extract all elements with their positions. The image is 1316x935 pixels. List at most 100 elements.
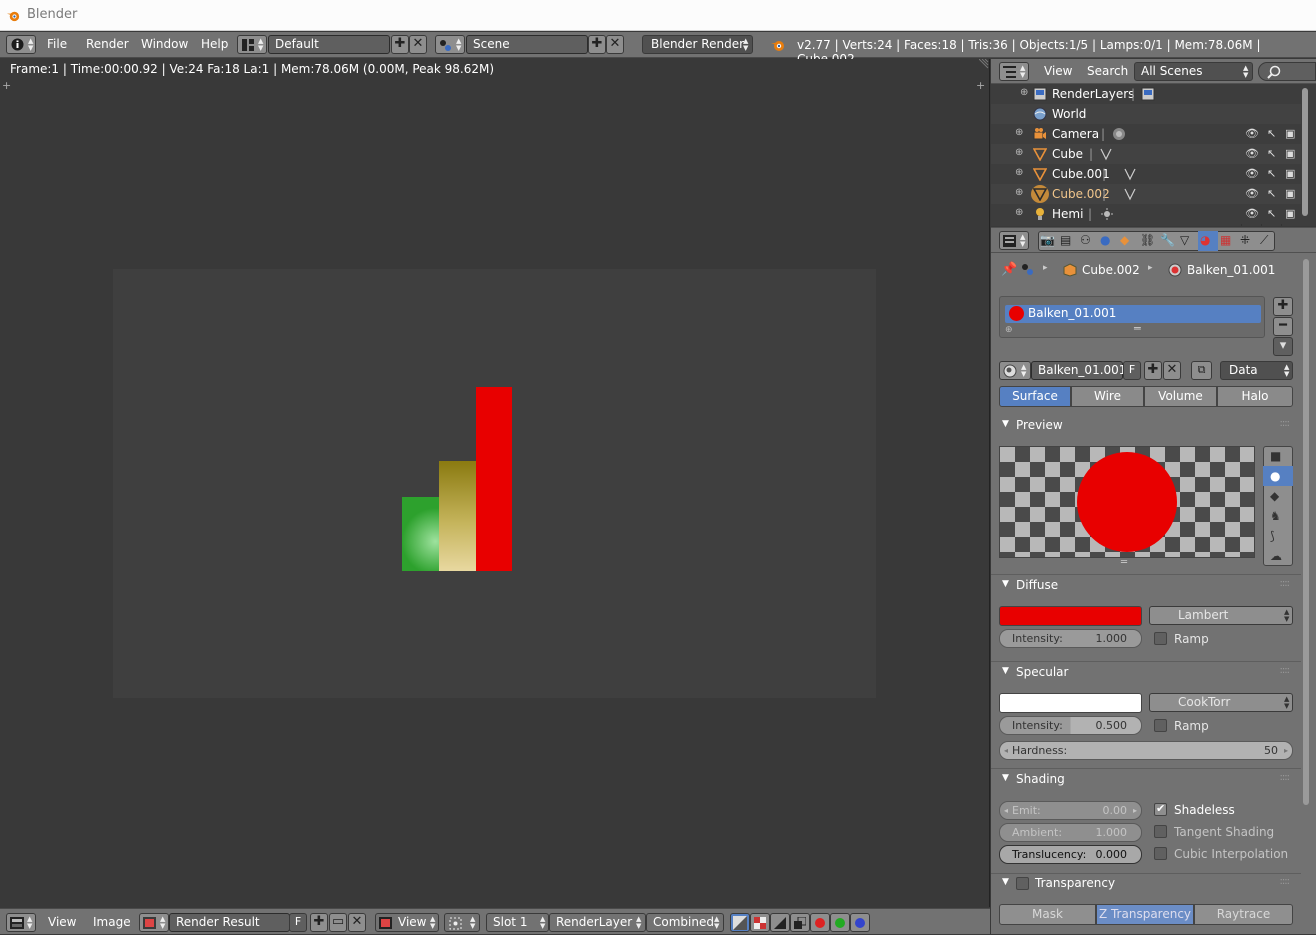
material-preview-image[interactable] bbox=[999, 446, 1255, 558]
add-scene-button[interactable]: ✚ bbox=[588, 35, 606, 54]
cursor-icon[interactable]: ↖ bbox=[1267, 148, 1279, 160]
ambient-field[interactable]: Ambient: 1.000 bbox=[999, 823, 1142, 842]
delete-scene-button[interactable]: ✕ bbox=[606, 35, 624, 54]
tab-surface[interactable]: Surface bbox=[999, 386, 1071, 407]
image-name-field[interactable]: Render Result bbox=[169, 913, 290, 932]
tangent-shading-checkbox[interactable] bbox=[1154, 825, 1167, 838]
diffuse-ramp-checkbox[interactable] bbox=[1154, 632, 1167, 645]
chevron-right-icon[interactable]: ▸ bbox=[1284, 742, 1288, 759]
add-material-slot-button[interactable]: ✚ bbox=[1273, 297, 1293, 316]
expand-icon[interactable]: ⊕ bbox=[1020, 87, 1028, 98]
texture-tab-icon[interactable]: ▦ bbox=[1220, 233, 1236, 249]
specular-shader-dropdown[interactable]: CookTorr ▲ ▼ bbox=[1149, 693, 1293, 712]
transparency-mode-raytrace[interactable]: Raytrace bbox=[1194, 904, 1293, 925]
material-slot-row[interactable]: Balken_01.001 bbox=[1005, 305, 1261, 323]
scene-browse-button[interactable]: ▲ ▼ bbox=[435, 35, 465, 54]
material-name-field[interactable]: Balken_01.001 bbox=[1031, 361, 1126, 380]
transparency-checkbox[interactable] bbox=[1016, 877, 1029, 890]
scene-tab-icon[interactable]: ⚇ bbox=[1080, 233, 1096, 249]
mesh-data-tab-icon[interactable]: ▽ bbox=[1180, 233, 1196, 249]
tab-wire[interactable]: Wire bbox=[1071, 386, 1144, 407]
sphere-preview-icon[interactable]: ● bbox=[1270, 469, 1280, 483]
panel-grip-icon[interactable]: :::: bbox=[1280, 876, 1291, 887]
image-browse-button[interactable]: ▲ ▼ bbox=[139, 913, 169, 932]
outliner-tree[interactable]: ⊕ RenderLayers | World ⊕ Camera | ⊕ Cube… bbox=[991, 84, 1316, 226]
render-tab-icon[interactable]: 📷 bbox=[1040, 233, 1056, 249]
tab-halo[interactable]: Halo bbox=[1217, 386, 1293, 407]
diffuse-panel-header[interactable]: ▼ Diffuse :::: bbox=[999, 575, 1293, 597]
render-camera-icon[interactable]: ▣ bbox=[1285, 168, 1297, 180]
area-split-corner-icon[interactable] bbox=[979, 59, 989, 69]
expand-icon[interactable]: ⊕ bbox=[1015, 167, 1023, 178]
specular-ramp-checkbox[interactable] bbox=[1154, 719, 1167, 732]
expand-icon[interactable]: ⊕ bbox=[1015, 127, 1023, 138]
unlink-image-button[interactable]: ✕ bbox=[348, 913, 366, 932]
specular-hardness-slider[interactable]: ◂ Hardness: 50 ▸ bbox=[999, 741, 1293, 760]
screen-layout-name-field[interactable]: Default bbox=[268, 35, 390, 54]
resize-grip-icon[interactable]: ═ bbox=[1134, 322, 1141, 335]
unlink-material-button[interactable]: ✕ bbox=[1163, 361, 1181, 380]
cube-preview-icon[interactable]: ◆ bbox=[1270, 489, 1279, 503]
menu-window[interactable]: Window bbox=[141, 37, 188, 51]
diffuse-intensity-field[interactable]: Intensity: 1.000 bbox=[999, 629, 1142, 648]
fake-user-button[interactable]: F bbox=[1123, 361, 1141, 380]
outliner-row-world[interactable]: World bbox=[991, 104, 1301, 124]
plane-preview-icon[interactable]: ■ bbox=[1270, 449, 1281, 463]
render-camera-icon[interactable]: ▣ bbox=[1285, 208, 1297, 220]
image-editor-viewport[interactable]: Frame:1 | Time:00:00.92 | Ve:24 Fa:18 La… bbox=[0, 59, 990, 907]
render-pass-dropdown[interactable]: Combined ▲ ▼ bbox=[646, 913, 724, 932]
remove-material-slot-button[interactable]: ━ bbox=[1273, 317, 1293, 336]
menu-help[interactable]: Help bbox=[201, 37, 228, 51]
specular-intensity-field[interactable]: Intensity: 0.500 bbox=[999, 716, 1142, 735]
render-layer-dropdown[interactable]: RenderLayer ▲ ▼ bbox=[549, 913, 646, 932]
region-expand-icon[interactable]: + bbox=[2, 79, 11, 92]
cursor-icon[interactable]: ↖ bbox=[1267, 168, 1279, 180]
modifiers-tab-icon[interactable]: 🔧 bbox=[1160, 233, 1176, 249]
shadeless-checkbox[interactable]: ✔ bbox=[1154, 802, 1167, 816]
slot-specials-button[interactable]: ▾ bbox=[1273, 337, 1293, 356]
resize-grip-icon[interactable]: ═ bbox=[1121, 557, 1127, 568]
editor-type-info-button[interactable]: ▲ ▼ bbox=[6, 35, 36, 54]
monkey-preview-icon[interactable]: ♞ bbox=[1270, 509, 1281, 523]
draw-channel-blue-button[interactable] bbox=[850, 913, 870, 932]
add-screen-button[interactable]: ✚ bbox=[391, 35, 409, 54]
scene-name-field[interactable]: Scene bbox=[466, 35, 588, 54]
render-camera-icon[interactable]: ▣ bbox=[1285, 188, 1297, 200]
draw-channels-color-button[interactable] bbox=[750, 913, 770, 932]
render-camera-icon[interactable]: ▣ bbox=[1285, 148, 1297, 160]
slot-dropdown[interactable]: Slot 1 ▲ ▼ bbox=[486, 913, 549, 932]
browse-node-tree-button[interactable]: ⧉ bbox=[1191, 361, 1212, 380]
hair-preview-icon[interactable]: ⟆ bbox=[1270, 529, 1275, 543]
chevron-right-icon[interactable]: ▸ bbox=[1133, 802, 1137, 819]
cursor-icon[interactable]: ↖ bbox=[1267, 208, 1279, 220]
editor-type-outliner-button[interactable]: ▲ ▼ bbox=[999, 62, 1029, 81]
material-slots-list[interactable]: Balken_01.001 ⊕ ═ bbox=[999, 296, 1265, 338]
render-engine-dropdown[interactable]: Blender Render ▲ ▼ bbox=[642, 35, 753, 54]
cursor-icon[interactable]: ↖ bbox=[1267, 128, 1279, 140]
menu-render[interactable]: Render bbox=[86, 37, 129, 51]
add-slot-mini-icon[interactable]: ⊕ bbox=[1005, 325, 1013, 335]
specular-color-swatch[interactable] bbox=[999, 693, 1142, 713]
pivot-dropdown[interactable]: ▲ ▼ bbox=[444, 913, 480, 932]
render-camera-icon[interactable]: ▣ bbox=[1285, 128, 1297, 140]
outliner-menu-view[interactable]: View bbox=[1044, 64, 1072, 78]
transparency-mode-ztransparency[interactable]: Z Transparency bbox=[1096, 904, 1194, 925]
menu-view[interactable]: View bbox=[48, 915, 76, 929]
draw-channel-red-button[interactable] bbox=[810, 913, 830, 932]
expand-icon[interactable]: ⊕ bbox=[1015, 207, 1023, 218]
new-image-button[interactable]: ✚ bbox=[310, 913, 328, 932]
world-tab-icon[interactable]: ● bbox=[1100, 233, 1116, 249]
eye-icon[interactable]: 👁 bbox=[1245, 208, 1259, 220]
particles-tab-icon[interactable]: ⁜ bbox=[1240, 233, 1256, 249]
pin-icon[interactable]: 📌 bbox=[1001, 262, 1017, 277]
panel-grip-icon[interactable]: :::: bbox=[1280, 418, 1291, 429]
diffuse-color-swatch[interactable] bbox=[999, 606, 1142, 626]
view-mode-dropdown[interactable]: View ▲ ▼ bbox=[375, 913, 439, 932]
outliner-search-input[interactable] bbox=[1258, 62, 1316, 81]
transparency-mode-mask[interactable]: Mask bbox=[999, 904, 1096, 925]
fake-user-button[interactable]: F bbox=[289, 913, 307, 932]
expand-icon[interactable]: ⊕ bbox=[1015, 187, 1023, 198]
diffuse-shader-dropdown[interactable]: Lambert ▲ ▼ bbox=[1149, 606, 1293, 625]
panel-grip-icon[interactable]: :::: bbox=[1280, 578, 1291, 589]
menu-file[interactable]: File bbox=[47, 37, 67, 51]
